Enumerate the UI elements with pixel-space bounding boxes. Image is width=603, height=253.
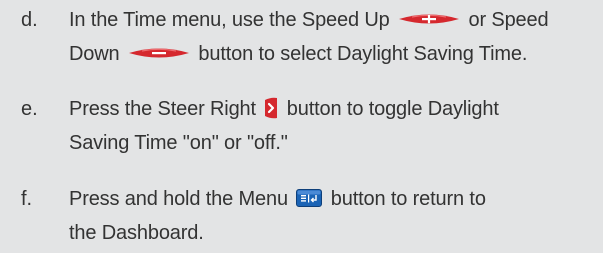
step-text: In the Time menu, use the Speed Up or Sp… (69, 3, 594, 71)
step-letter: d. (21, 9, 38, 31)
menu-icon (296, 188, 323, 207)
step-text-segment: or Speed (468, 9, 549, 31)
step-line: Press and hold the Menu button to return… (69, 182, 594, 216)
step-text-segment: Press and hold the Menu (69, 188, 288, 210)
step-text-segment: button to toggle Daylight (286, 98, 499, 120)
speed-up-icon (398, 12, 460, 26)
speed-down-icon (128, 46, 190, 60)
step-text-segment: Down (69, 43, 120, 65)
step-text: Press and hold the Menu button to return… (69, 182, 594, 250)
step-line: the Dashboard. (69, 222, 204, 244)
step-text: Press the Steer Right button to toggle D… (69, 92, 594, 160)
steer-right-icon (264, 97, 278, 119)
step-letter: e. (21, 98, 38, 120)
instruction-steps: d. In the Time menu, use the Speed Up or… (0, 0, 603, 253)
step-line: Press the Steer Right button to toggle D… (69, 92, 594, 126)
step-line: In the Time menu, use the Speed Up or Sp… (69, 3, 594, 37)
step-text-segment: Press the Steer Right (69, 98, 256, 120)
step-text-segment: button to select Daylight Saving Time. (198, 43, 528, 65)
step-letter: f. (21, 188, 33, 210)
step-text-segment: button to return to (330, 188, 486, 210)
step-line: Saving Time "on" or "off." (69, 132, 288, 154)
step-text-segment: In the Time menu, use the Speed Up (69, 9, 390, 31)
step-line: Down button to select Daylight Saving Ti… (69, 37, 594, 71)
